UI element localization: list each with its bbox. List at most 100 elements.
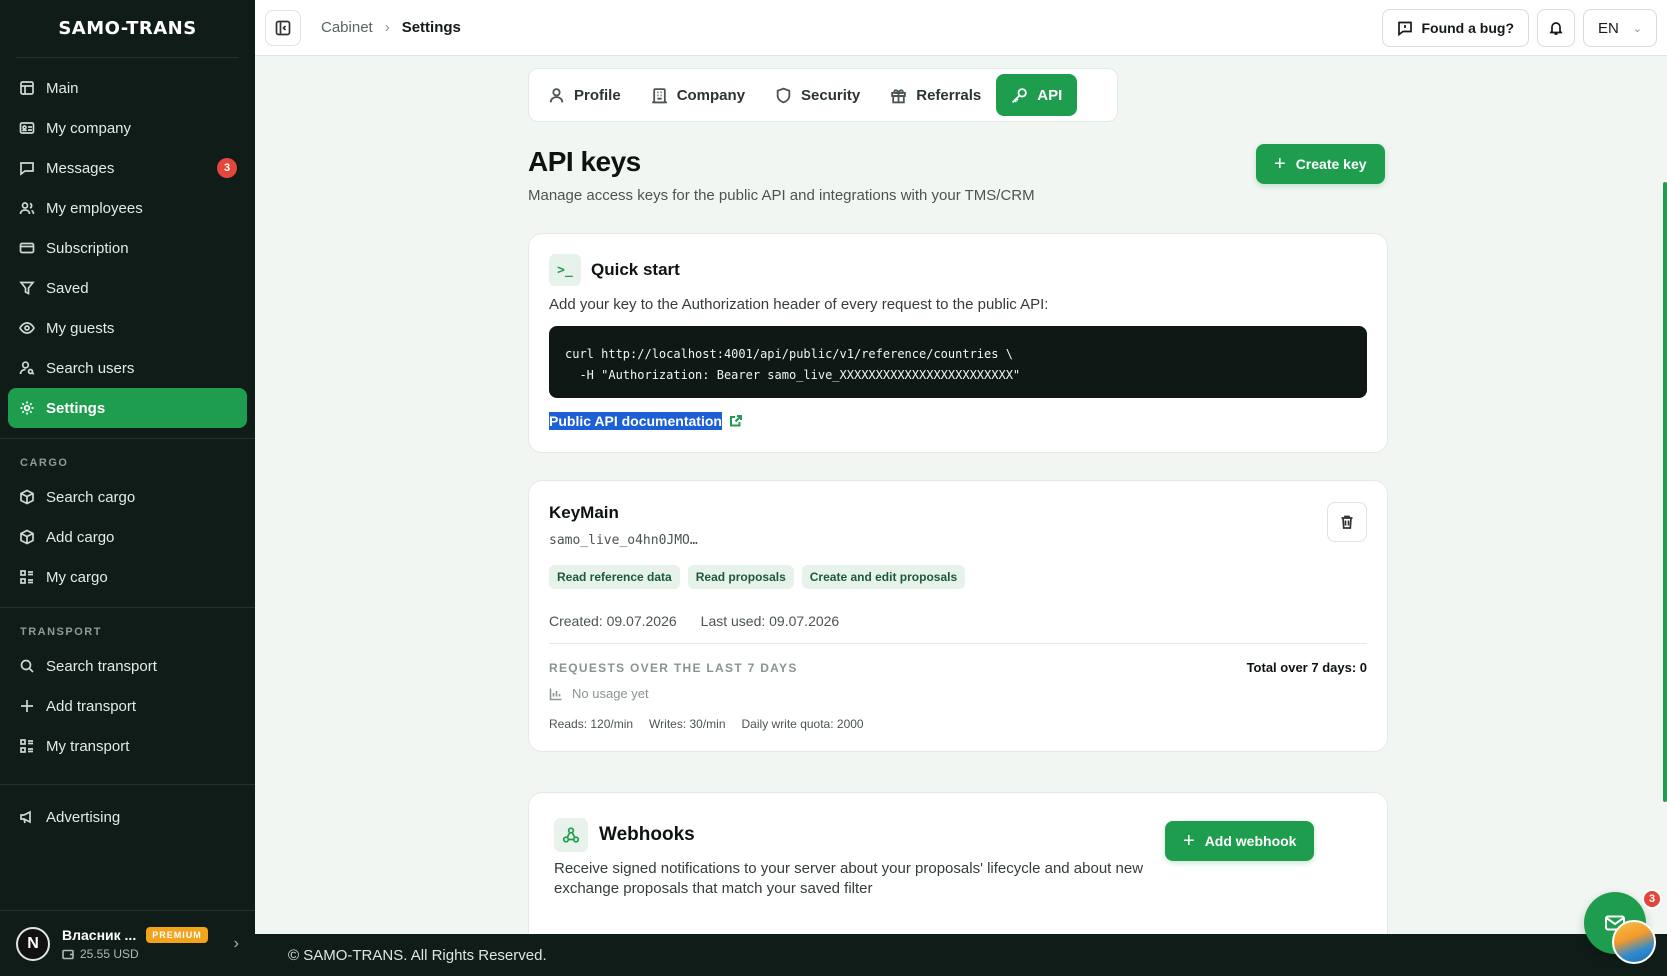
create-key-button[interactable]: + Create key xyxy=(1256,144,1385,184)
sidebar-item-my-transport[interactable]: My transport xyxy=(8,726,247,766)
list-icon xyxy=(18,737,36,755)
key-token: samo_live_o4hn0JMO… xyxy=(549,533,698,548)
notifications-button[interactable] xyxy=(1537,9,1575,47)
sidebar-item-label: My company xyxy=(46,119,132,137)
sidebar-item-search-transport[interactable]: Search transport xyxy=(8,646,247,686)
tab-referrals[interactable]: Referrals xyxy=(875,74,996,116)
sidebar-item-saved[interactable]: Saved xyxy=(8,268,247,308)
sidebar-item-my-employees[interactable]: My employees xyxy=(8,188,247,228)
sidebar-item-my-cargo[interactable]: My cargo xyxy=(8,557,247,597)
code-line-2: -H "Authorization: Bearer samo_live_XXXX… xyxy=(565,368,1021,382)
megaphone-icon xyxy=(18,808,36,826)
tab-security[interactable]: Security xyxy=(760,74,875,116)
key-dates: Created: 09.07.2026 Last used: 09.07.202… xyxy=(549,613,839,629)
tab-profile[interactable]: Profile xyxy=(533,74,636,116)
sidebar-item-label: Add transport xyxy=(46,697,137,715)
eye-icon xyxy=(18,319,36,337)
sidebar-item-my-company[interactable]: My company xyxy=(8,108,247,148)
external-link-icon xyxy=(729,415,742,427)
sidebar-item-advertising[interactable]: Advertising xyxy=(8,797,247,837)
sidebar-item-add-cargo[interactable]: Add cargo xyxy=(8,517,247,557)
key-permissions: Read reference data Read proposals Creat… xyxy=(549,565,966,589)
webhooks-description: Receive signed notifications to your ser… xyxy=(554,860,1144,897)
sidebar-item-label: Advertising xyxy=(46,808,121,826)
sidebar-item-messages[interactable]: Messages 3 xyxy=(8,148,247,188)
gear-icon xyxy=(18,399,36,417)
sidebar-item-label: My transport xyxy=(46,737,130,755)
sidebar: SAMO-TRANS Main My company Messages 3 My… xyxy=(0,0,255,976)
main-content: Profile Company Security Referrals API A… xyxy=(255,56,1667,934)
sidebar-item-search-cargo[interactable]: Search cargo xyxy=(8,477,247,517)
section-label-cargo: CARGO xyxy=(20,457,69,469)
breadcrumb-cabinet[interactable]: Cabinet xyxy=(321,19,373,36)
tab-label: Referrals xyxy=(916,86,982,104)
add-webhook-button[interactable]: + Add webhook xyxy=(1165,821,1315,861)
premium-badge: PREMIUM xyxy=(146,926,208,943)
breadcrumb: Cabinet › Settings xyxy=(321,19,461,36)
key-created: Created: 09.07.2026 xyxy=(549,613,677,629)
user-info: Власник ... PREMIUM 25.55 USD xyxy=(62,926,234,961)
sidebar-item-main[interactable]: Main xyxy=(8,68,247,108)
sidebar-item-subscription[interactable]: Subscription xyxy=(8,228,247,268)
language-value: EN xyxy=(1598,19,1619,37)
sidebar-item-add-transport[interactable]: Add transport xyxy=(8,686,247,726)
bug-report-icon xyxy=(1398,21,1413,36)
breadcrumb-settings: Settings xyxy=(401,19,461,36)
settings-tabs: Profile Company Security Referrals API xyxy=(528,68,1118,122)
terminal-icon: >_ xyxy=(549,254,581,286)
user-balance: 25.55 USD xyxy=(80,946,139,961)
section-label-transport: TRANSPORT xyxy=(20,626,102,638)
user-menu[interactable]: N Власник ... PREMIUM 25.55 USD › xyxy=(0,910,255,976)
topbar: Cabinet › Settings Found a bug? EN ⌄ xyxy=(255,0,1667,56)
sidebar-item-label: Saved xyxy=(46,279,89,297)
topbar-actions: Found a bug? EN ⌄ xyxy=(1382,9,1657,47)
sidebar-item-label: My employees xyxy=(46,199,143,217)
page-title: API keys xyxy=(528,146,641,177)
sidebar-item-my-guests[interactable]: My guests xyxy=(8,308,247,348)
rate-limits: Reads: 120/min Writes: 30/min Daily writ… xyxy=(549,717,864,731)
box-add-icon xyxy=(18,528,36,546)
requests-total: Total over 7 days: 0 xyxy=(1246,660,1367,675)
sidebar-item-label: Main xyxy=(46,79,79,97)
users-icon xyxy=(18,199,36,217)
card-icon xyxy=(18,239,36,257)
writes-limit: Writes: 30/min xyxy=(649,717,726,731)
wallet-icon xyxy=(62,949,74,959)
no-usage-text: No usage yet xyxy=(572,686,649,701)
report-bug-button[interactable]: Found a bug? xyxy=(1382,9,1529,47)
extra-nav: Advertising xyxy=(0,785,255,837)
sidebar-item-settings[interactable]: Settings xyxy=(8,388,247,428)
api-key-card: KeyMain samo_live_o4hn0JMO… Read referen… xyxy=(528,480,1388,752)
webhooks-title: Webhooks xyxy=(599,824,695,845)
page-subtitle: Manage access keys for the public API an… xyxy=(528,187,1035,204)
sidebar-item-label: Search cargo xyxy=(46,488,136,506)
messages-badge: 3 xyxy=(217,158,237,178)
sidebar-item-search-users[interactable]: Search users xyxy=(8,348,247,388)
code-snippet[interactable]: curl http://localhost:4001/api/public/v1… xyxy=(549,326,1367,398)
no-usage-row: No usage yet xyxy=(549,686,649,701)
scrollbar[interactable] xyxy=(1663,182,1667,802)
language-select[interactable]: EN ⌄ xyxy=(1583,9,1657,47)
brand-logo[interactable]: SAMO-TRANS xyxy=(16,0,239,58)
trash-icon xyxy=(1341,515,1353,529)
plus-icon xyxy=(18,697,36,715)
tab-api[interactable]: API xyxy=(996,74,1078,116)
report-bug-label: Found a bug? xyxy=(1421,20,1514,36)
user-search-icon xyxy=(18,359,36,377)
chevron-down-icon: ⌄ xyxy=(1632,22,1642,35)
collapse-sidebar-button[interactable] xyxy=(265,9,301,46)
sidebar-item-label: Search transport xyxy=(46,657,157,675)
filter-icon xyxy=(18,279,36,297)
support-avatar[interactable] xyxy=(1612,920,1656,964)
webhook-icon xyxy=(554,818,588,852)
avatar: N xyxy=(16,926,50,961)
sidebar-item-label: My cargo xyxy=(46,568,108,586)
delete-key-button[interactable] xyxy=(1327,502,1367,542)
tab-company[interactable]: Company xyxy=(636,74,760,116)
api-docs-link[interactable]: Public API documentation xyxy=(549,412,743,430)
building-icon xyxy=(651,87,667,103)
permission-badge: Read proposals xyxy=(687,565,794,589)
chat-icon xyxy=(18,159,36,177)
key-icon xyxy=(1012,87,1028,103)
gift-icon xyxy=(891,88,907,103)
